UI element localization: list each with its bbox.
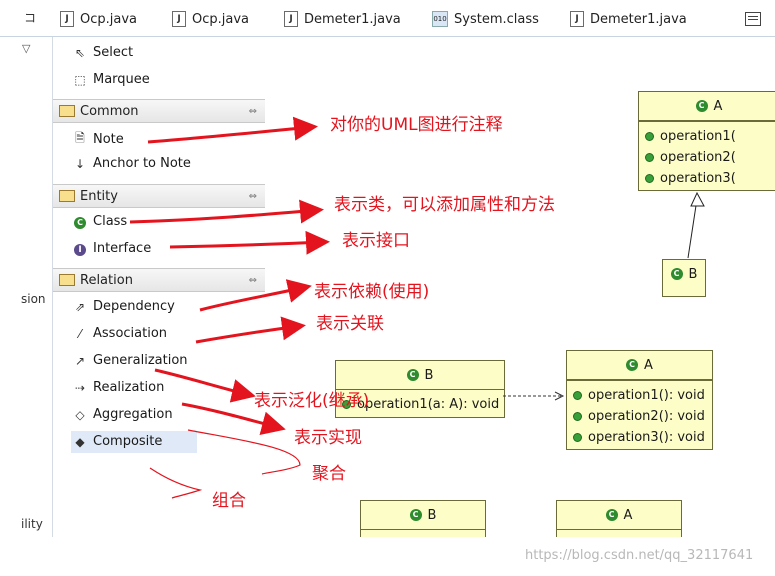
bracket-aggregation [187,429,301,475]
watermark: https://blog.csdn.net/qq_32117641 [525,548,754,563]
annotation-association: 表示关联 [316,314,384,334]
annotation-dependency: 表示依赖(使用) [314,282,430,302]
bracket-composite [149,467,203,499]
annotation-interface: 表示接口 [342,231,410,251]
arrow-note [147,116,318,144]
annotation-note: 对你的UML图进行注释 [330,115,503,135]
annotation-aggregation: 聚合 [312,464,346,484]
arrow-generalization [154,368,256,403]
generalization-line [687,198,698,259]
annotation-composite: 组合 [212,491,246,511]
annotation-generalization: 表示泛化(继承) [254,391,370,411]
generalization-arrowhead [690,191,705,207]
arrow-interface [169,230,330,255]
arrow-association [195,316,306,344]
arrow-class [129,199,324,224]
annotation-class: 表示类，可以添加属性和方法 [334,195,555,215]
annotation-realization: 表示实现 [294,428,362,448]
arrow-dependency [199,279,312,312]
